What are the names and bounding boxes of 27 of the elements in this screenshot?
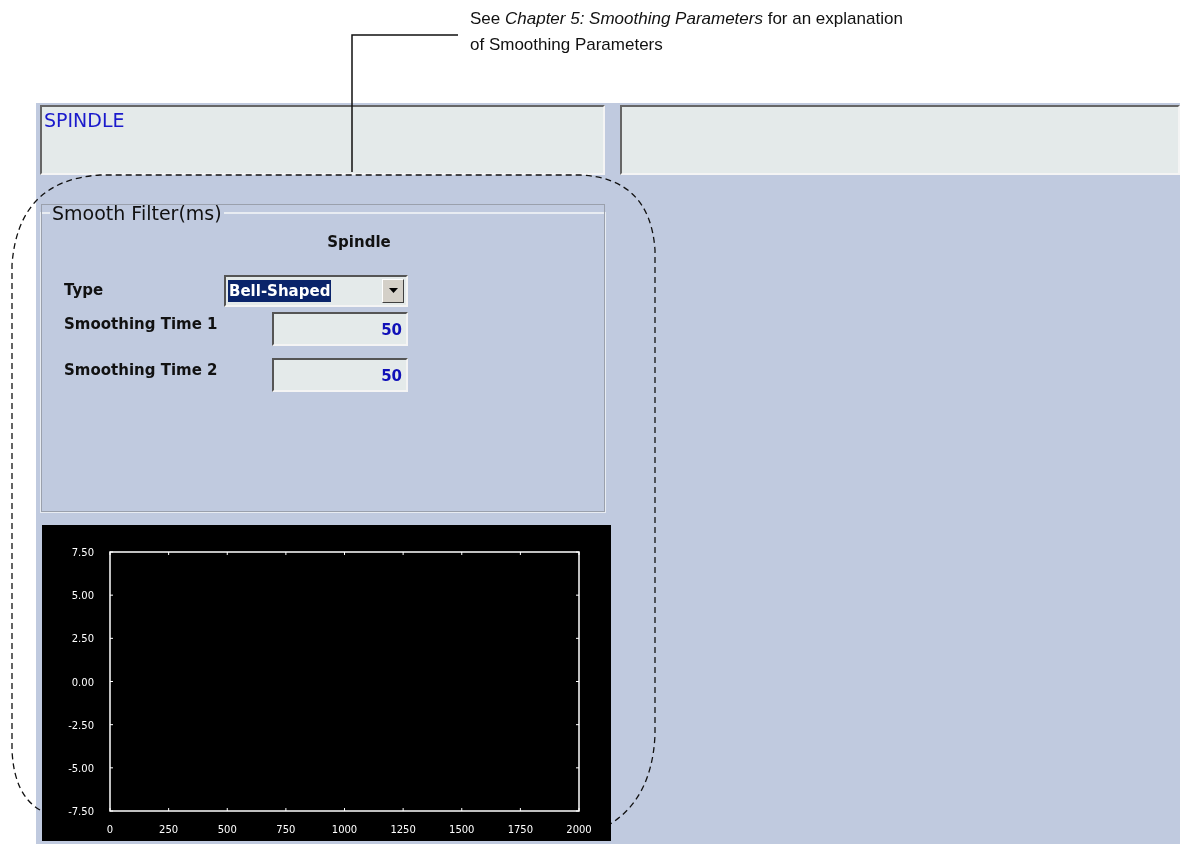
x-tick-label: 250 bbox=[159, 824, 179, 835]
x-tick-label: 1250 bbox=[390, 824, 416, 835]
x-tick-label: 1750 bbox=[507, 824, 534, 835]
x-tick-label: 1500 bbox=[449, 824, 475, 835]
group-title: Smooth Filter(ms) bbox=[51, 203, 223, 223]
y-tick-label: 5.00 bbox=[71, 590, 94, 602]
column-heading: Spindle bbox=[327, 232, 391, 253]
x-tick-label: 750 bbox=[276, 824, 296, 835]
type-dropdown[interactable]: Bell-Shaped bbox=[224, 274, 408, 307]
x-tick-label: 1000 bbox=[331, 824, 358, 835]
caret-icon bbox=[382, 278, 404, 303]
y-tick-label: 2.50 bbox=[71, 633, 94, 645]
y-tick-label: -5.00 bbox=[68, 762, 94, 774]
callout-text: See Chapter 5: Smoothing Parameters for an explanation of Smoothing Parameters bbox=[470, 8, 904, 56]
y-tick-label: -2.50 bbox=[68, 719, 94, 731]
field-label: Smoothing Time 1 bbox=[63, 313, 219, 335]
x-tick-label: 500 bbox=[217, 824, 237, 835]
field-label: Type bbox=[63, 280, 105, 302]
field-label: Smoothing Time 2 bbox=[63, 359, 219, 381]
y-tick-label: 7.50 bbox=[71, 547, 94, 558]
x-tick-label: 2000 bbox=[566, 824, 592, 835]
header-title: SPINDLE bbox=[44, 109, 125, 131]
number-field[interactable]: 50 bbox=[272, 311, 408, 346]
number-field[interactable]: 50 bbox=[272, 357, 408, 392]
y-tick-label: 0.00 bbox=[71, 676, 94, 688]
x-tick-label: 0 bbox=[106, 824, 114, 835]
y-tick-label: -7.50 bbox=[68, 806, 94, 817]
